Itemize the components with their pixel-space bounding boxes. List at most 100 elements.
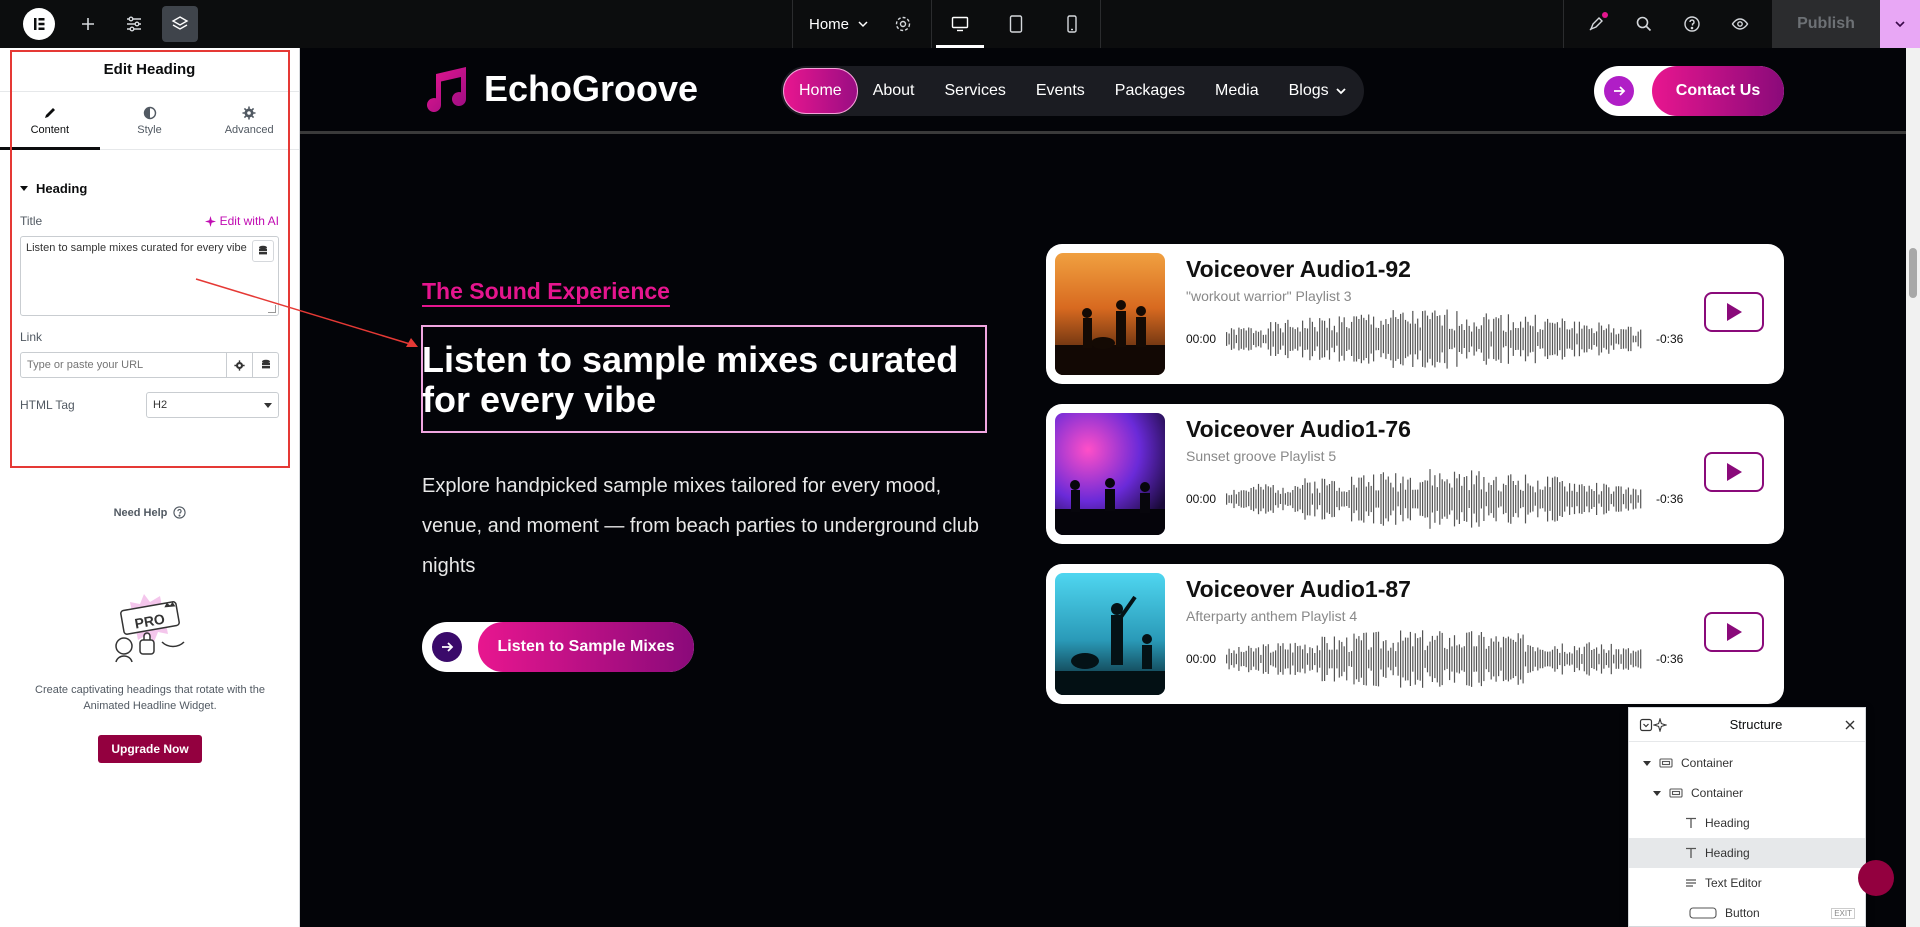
play-button[interactable] bbox=[1704, 612, 1764, 652]
section-headline[interactable]: Listen to sample mixes curated for every… bbox=[422, 340, 962, 420]
tab-advanced[interactable]: Advanced bbox=[199, 92, 299, 149]
link-input[interactable] bbox=[21, 353, 226, 377]
waveform[interactable] bbox=[1224, 626, 1644, 692]
structure-item-heading[interactable]: Heading bbox=[1629, 808, 1865, 838]
contact-us-button[interactable]: Contact Us bbox=[1594, 66, 1784, 116]
add-element-icon[interactable] bbox=[70, 6, 106, 42]
notifications-rocket-icon[interactable] bbox=[1578, 6, 1614, 42]
waveform-bar bbox=[1240, 329, 1242, 349]
desktop-view-icon[interactable] bbox=[932, 0, 988, 48]
canvas-scrollbar[interactable] bbox=[1906, 48, 1920, 927]
section-heading-toggle[interactable]: Heading bbox=[0, 168, 299, 208]
link-options-gear-icon[interactable] bbox=[226, 353, 252, 377]
waveform-bar bbox=[1279, 328, 1282, 350]
caret-down-icon[interactable] bbox=[1643, 759, 1651, 767]
tab-content[interactable]: Content bbox=[0, 92, 100, 150]
waveform-bar bbox=[1478, 471, 1480, 527]
nav-item-events[interactable]: Events bbox=[1021, 68, 1100, 114]
waveform-bar bbox=[1417, 489, 1419, 509]
waveform-bar bbox=[1341, 641, 1343, 677]
waveform-bar bbox=[1439, 315, 1441, 363]
waveform-bar bbox=[1319, 318, 1321, 360]
waveform-bar bbox=[1336, 649, 1338, 669]
layers-icon[interactable] bbox=[162, 6, 198, 42]
waveform[interactable] bbox=[1224, 306, 1644, 372]
waveform-bar bbox=[1238, 327, 1240, 351]
waveform-bar bbox=[1522, 490, 1524, 508]
publish-button[interactable]: Publish bbox=[1772, 0, 1880, 48]
waveform-bar bbox=[1287, 319, 1289, 359]
waveform-bar bbox=[1446, 479, 1448, 519]
waveform-bar bbox=[1500, 315, 1502, 363]
waveform-bar bbox=[1502, 483, 1505, 515]
waveform-bar bbox=[1622, 493, 1625, 505]
track-subtitle: Sunset groove Playlist 5 bbox=[1186, 448, 1337, 464]
publish-options-chevron-icon[interactable] bbox=[1880, 0, 1920, 48]
nav-item-packages[interactable]: Packages bbox=[1100, 68, 1200, 114]
nav-item-services[interactable]: Services bbox=[930, 68, 1021, 114]
search-icon[interactable] bbox=[1626, 6, 1662, 42]
nav-item-about[interactable]: About bbox=[858, 68, 930, 114]
nav-item-home[interactable]: Home bbox=[783, 68, 858, 114]
waveform-bar bbox=[1549, 651, 1551, 667]
waveform-bar bbox=[1279, 493, 1282, 504]
tablet-view-icon[interactable] bbox=[988, 0, 1044, 48]
resize-handle[interactable] bbox=[268, 305, 276, 313]
ai-sparkle-icon[interactable] bbox=[1653, 717, 1667, 732]
waveform-bar bbox=[1544, 321, 1546, 357]
heading-t-icon bbox=[1686, 817, 1696, 828]
waveform-bar bbox=[1613, 491, 1615, 507]
structure-item-container[interactable]: Container bbox=[1629, 778, 1865, 808]
structure-item-button[interactable]: Button EXIT bbox=[1629, 898, 1865, 927]
section-description[interactable]: Explore handpicked sample mixes tailored… bbox=[422, 466, 982, 586]
title-textarea[interactable]: Listen to sample mixes curated for every… bbox=[20, 236, 279, 316]
waveform-bar bbox=[1351, 476, 1353, 522]
waveform-bar bbox=[1248, 327, 1250, 351]
dynamic-tags-database-icon[interactable] bbox=[252, 240, 274, 262]
floating-action-button[interactable] bbox=[1858, 860, 1894, 896]
structure-item-container[interactable]: Container bbox=[1629, 748, 1865, 778]
close-icon[interactable] bbox=[1845, 720, 1855, 730]
caret-down-icon[interactable] bbox=[1653, 789, 1661, 797]
mobile-view-icon[interactable] bbox=[1044, 0, 1100, 48]
listen-to-sample-mixes-button[interactable]: Listen to Sample Mixes bbox=[422, 622, 694, 672]
waveform-bar bbox=[1351, 321, 1353, 356]
waveform-bar bbox=[1270, 487, 1272, 511]
waveform-bar bbox=[1620, 329, 1622, 349]
structure-item-heading-selected[interactable]: Heading bbox=[1629, 838, 1865, 868]
upgrade-now-button[interactable]: Upgrade Now bbox=[98, 735, 202, 763]
waveform[interactable] bbox=[1224, 466, 1644, 532]
waveform-bar bbox=[1304, 644, 1306, 674]
help-icon[interactable] bbox=[1674, 6, 1710, 42]
waveform-bar bbox=[1480, 489, 1482, 509]
play-button[interactable] bbox=[1704, 452, 1764, 492]
waveform-bar bbox=[1571, 328, 1573, 350]
waveform-bar bbox=[1588, 329, 1590, 349]
nav-item-media[interactable]: Media bbox=[1200, 68, 1274, 114]
waveform-bar bbox=[1404, 489, 1407, 509]
collapse-toggle-icon[interactable] bbox=[1639, 718, 1653, 732]
play-button[interactable] bbox=[1704, 292, 1764, 332]
waveform-bar bbox=[1495, 636, 1497, 682]
need-help-link[interactable]: Need Help bbox=[0, 506, 300, 519]
waveform-bar bbox=[1439, 631, 1441, 687]
elementor-logo-icon[interactable] bbox=[23, 8, 55, 40]
structure-item-text-editor[interactable]: Text Editor bbox=[1629, 868, 1865, 898]
nav-item-blogs[interactable]: Blogs bbox=[1274, 68, 1362, 114]
waveform-bar bbox=[1424, 650, 1426, 668]
page-selector[interactable]: Home bbox=[793, 0, 885, 48]
site-settings-icon[interactable] bbox=[116, 6, 152, 42]
waveform-bar bbox=[1534, 651, 1536, 667]
waveform-bar bbox=[1260, 486, 1262, 512]
waveform-bar bbox=[1316, 488, 1318, 510]
waveform-bar bbox=[1400, 483, 1402, 515]
scrollbar-thumb[interactable] bbox=[1909, 248, 1917, 298]
section-kicker[interactable]: The Sound Experience bbox=[422, 278, 670, 305]
edit-with-ai-button[interactable]: Edit with AI bbox=[204, 214, 279, 228]
page-settings-gear-icon[interactable] bbox=[885, 6, 921, 42]
preview-eye-icon[interactable] bbox=[1722, 6, 1758, 42]
html-tag-select[interactable]: H2 bbox=[146, 392, 279, 418]
tab-style[interactable]: Style bbox=[100, 92, 200, 149]
link-dynamic-tags-icon[interactable] bbox=[252, 353, 278, 377]
site-brand[interactable]: EchoGroove bbox=[422, 66, 698, 112]
